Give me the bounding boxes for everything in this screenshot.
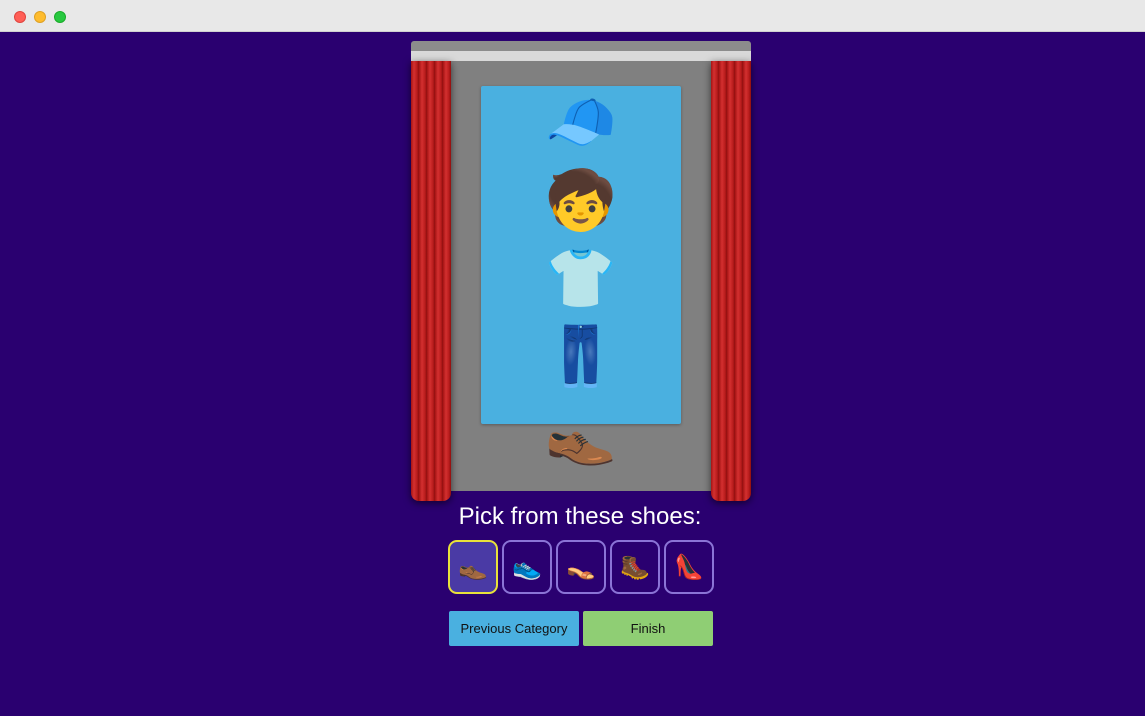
outfit-face-icon: 🧒 (544, 166, 618, 234)
curtain-rod (411, 41, 751, 61)
previous-category-button[interactable]: Previous Category (449, 611, 579, 646)
minimize-window-button[interactable] (34, 11, 46, 23)
shoe-option-2[interactable]: 👟 (502, 540, 552, 594)
shoe-options: 👞 👟 👡 🥾 👠 (448, 540, 718, 594)
category-prompt: Pick from these shoes: (458, 503, 702, 530)
shoe-option-5[interactable]: 👠 (664, 540, 714, 594)
dressing-room-stage: 🧢 🧒 👕 👖 👞 (411, 41, 751, 501)
shoe-option-1[interactable]: 👞 (448, 540, 498, 594)
outfit-shoes-icon: 👞 (544, 400, 618, 468)
shoe-option-4[interactable]: 🥾 (610, 540, 660, 594)
shoe-option-3[interactable]: 👡 (556, 540, 606, 594)
outfit-hat-icon: 🧢 (544, 88, 618, 156)
outfit-bottom-icon: 👖 (544, 322, 618, 390)
window-titlebar (0, 0, 1145, 32)
outfit-top-icon: 👕 (544, 244, 618, 312)
finish-button[interactable]: Finish (583, 611, 713, 646)
maximize-window-button[interactable] (54, 11, 66, 23)
close-window-button[interactable] (14, 11, 26, 23)
